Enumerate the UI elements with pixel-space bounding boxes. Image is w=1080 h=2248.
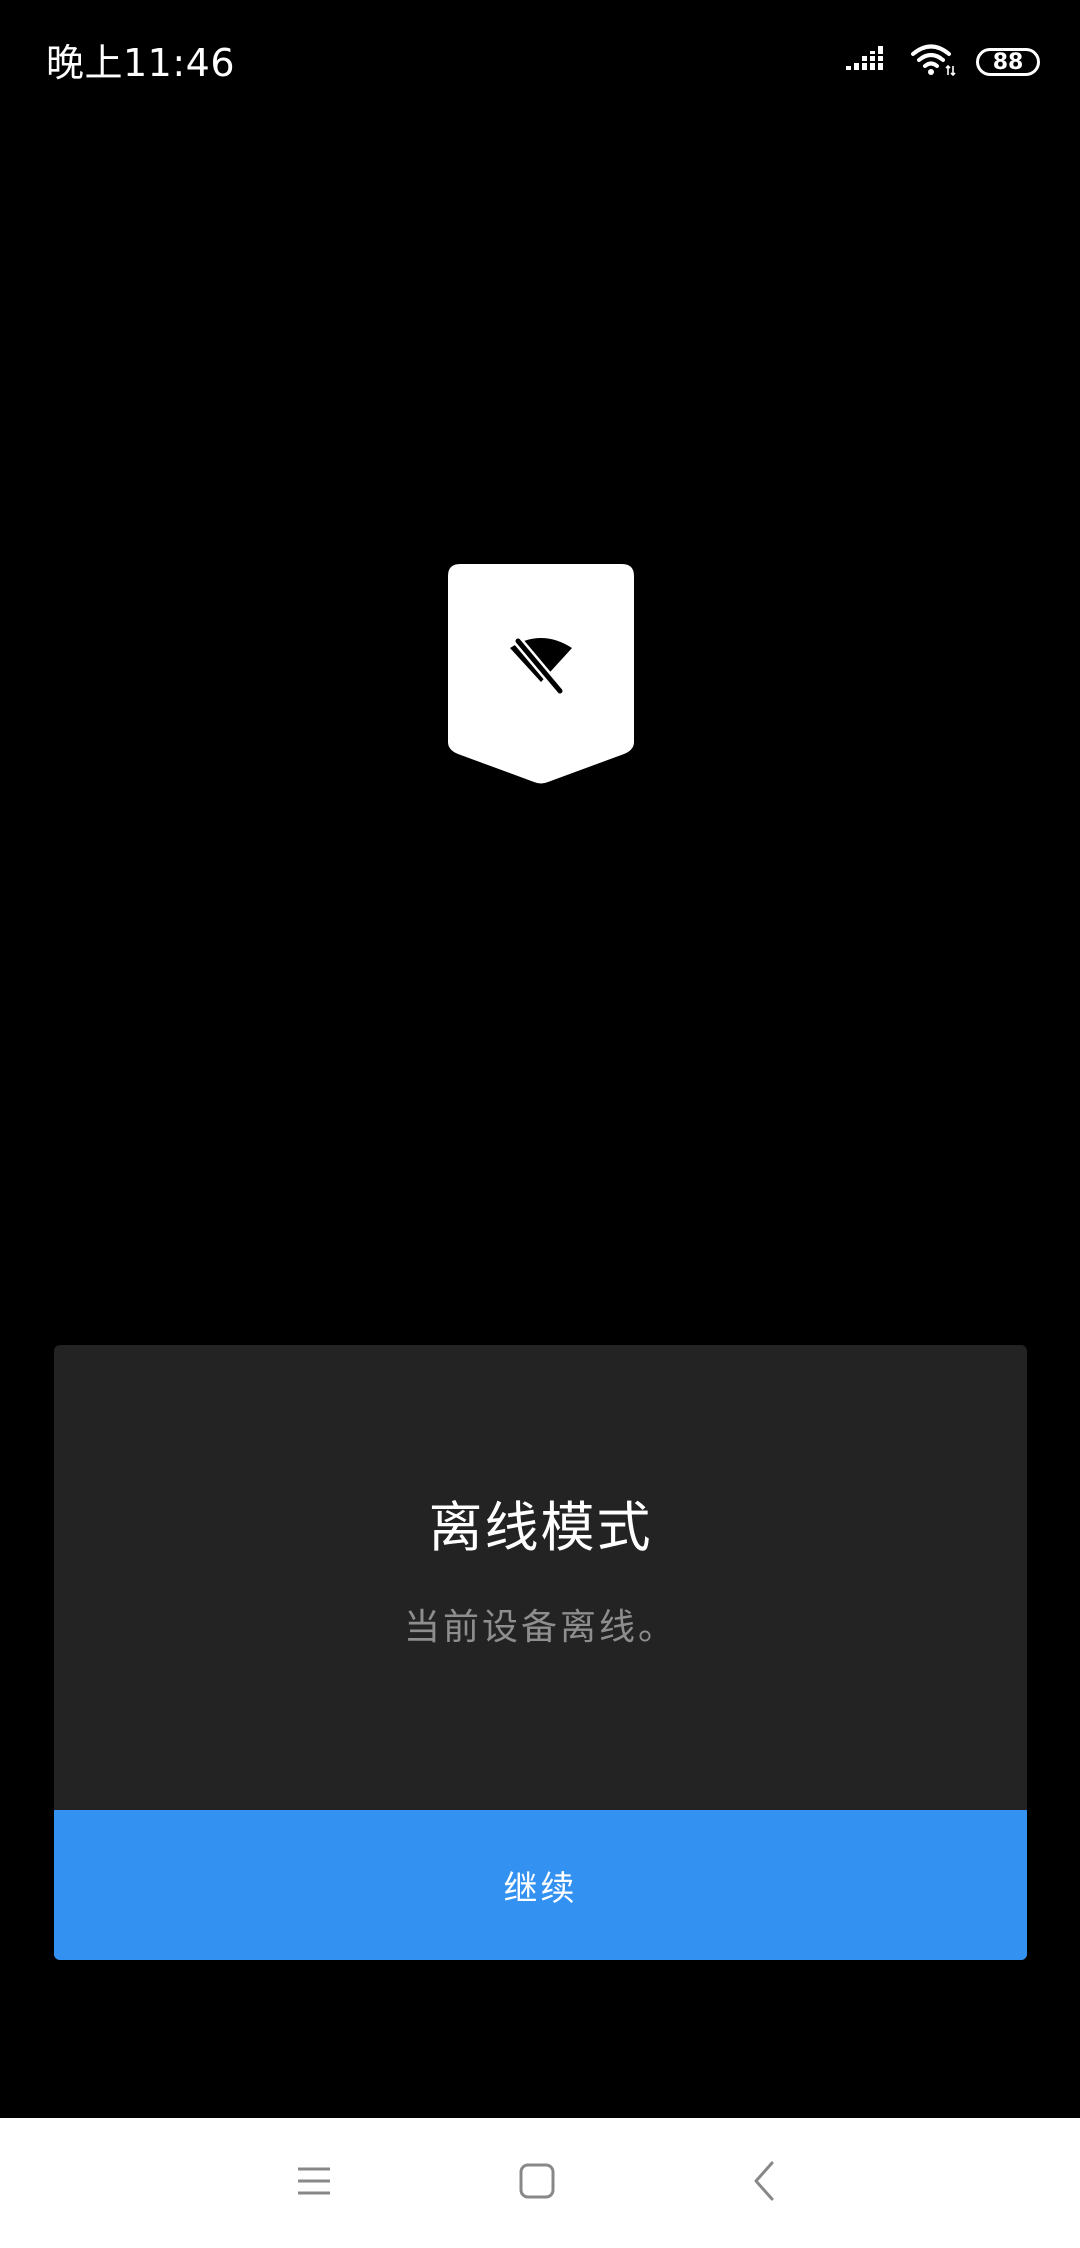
battery-level: 88 [992, 49, 1024, 75]
back-icon [752, 2161, 776, 2205]
battery-icon: 88 [976, 48, 1040, 76]
status-bar: 晚上11:46 88 [0, 0, 1080, 130]
menu-button[interactable] [284, 2153, 344, 2213]
status-time: 晚上11:46 [46, 41, 236, 85]
status-icons: 88 [846, 40, 1040, 84]
continue-button[interactable]: 继续 [54, 1810, 1027, 1960]
navigation-bar [0, 2118, 1080, 2248]
wifi-icon [910, 42, 956, 82]
home-icon [519, 2163, 555, 2203]
dialog-message: 当前设备离线。 [403, 1607, 677, 1648]
menu-icon [297, 2166, 331, 2200]
offline-dialog: 离线模式 当前设备离线。 继续 [54, 1345, 1027, 1960]
dialog-title: 离线模式 [428, 1496, 653, 1559]
offline-logo-badge [448, 564, 634, 784]
signal-icon [846, 44, 890, 80]
home-button[interactable] [507, 2153, 567, 2213]
back-button[interactable] [734, 2153, 794, 2213]
